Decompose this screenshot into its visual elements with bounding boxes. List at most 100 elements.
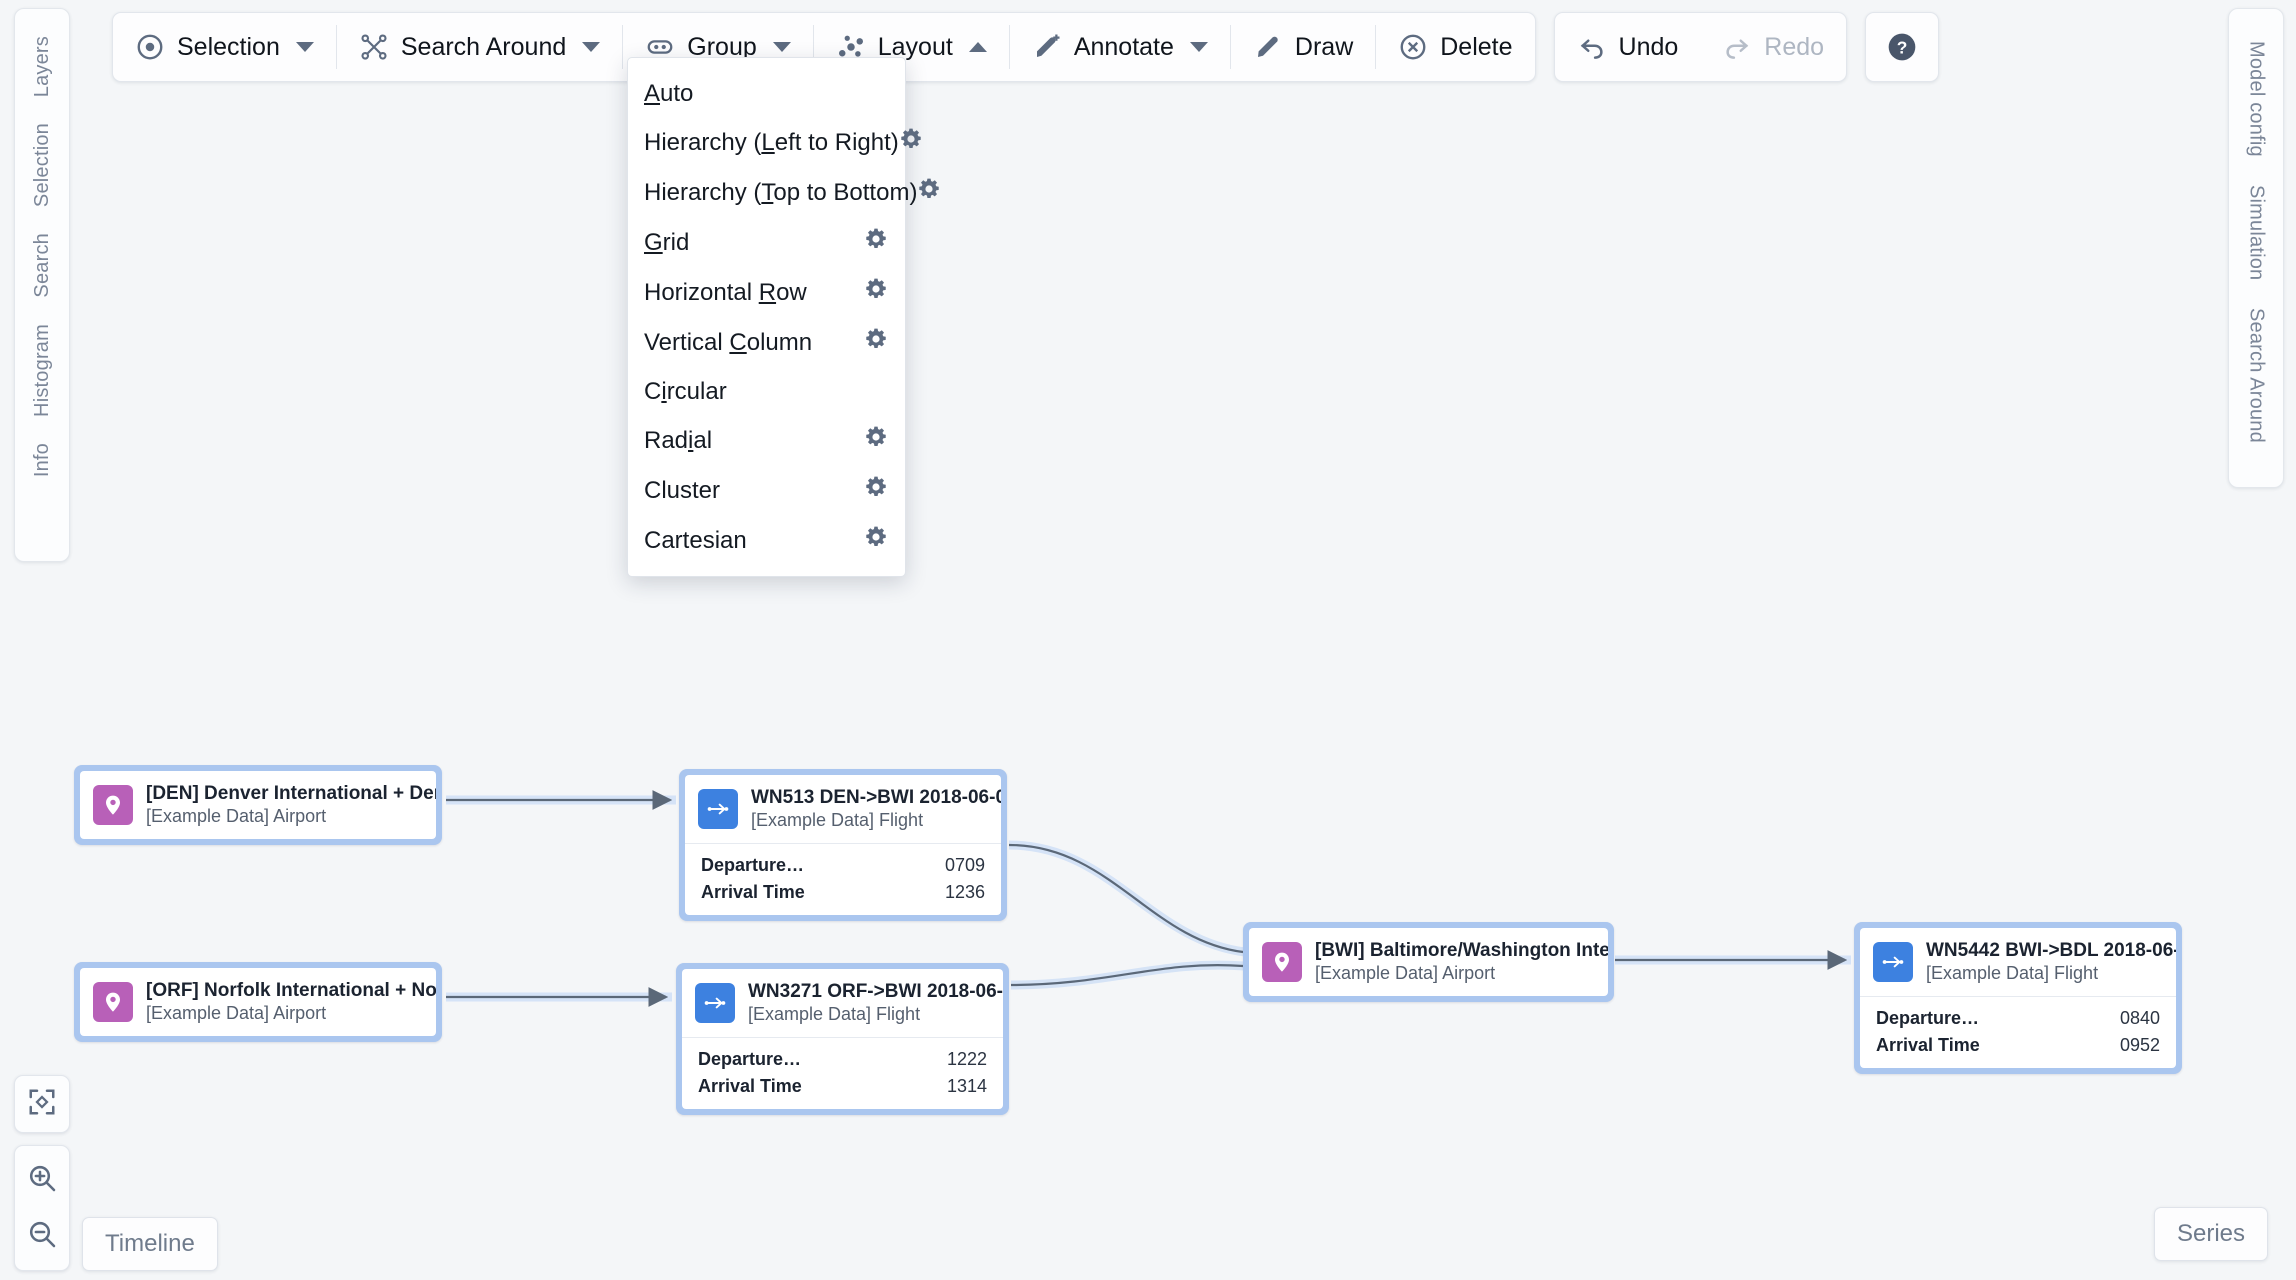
- layout-menu-item-cluster[interactable]: Cluster: [628, 466, 905, 516]
- gear-icon[interactable]: [864, 327, 888, 359]
- chevron-up-icon[interactable]: [968, 42, 987, 52]
- zoom-in-button[interactable]: [16, 1152, 68, 1208]
- layout-menu-item-auto[interactable]: Auto: [628, 70, 905, 118]
- layout-menu-item-label: Auto: [644, 80, 694, 107]
- layout-menu-item-radial[interactable]: Radial: [628, 416, 905, 466]
- help-circle-icon: ?: [1886, 31, 1918, 63]
- node-property-value: 0952: [2119, 1035, 2160, 1055]
- layout-menu-item-horizontal-row[interactable]: Horizontal Row: [628, 268, 905, 318]
- node-header: [ORF] Norfolk International + Norf…[Exam…: [80, 968, 436, 1036]
- gear-icon[interactable]: [864, 475, 888, 507]
- node-property-key: Departure…: [698, 1049, 802, 1069]
- node-subtitle: [Example Data] Airport: [146, 806, 327, 826]
- draw-button[interactable]: Draw: [1231, 13, 1375, 81]
- layout-menu-item-label: Cartesian: [644, 527, 747, 554]
- zoom-out-button[interactable]: [16, 1208, 68, 1264]
- node-property-key: Departure…: [1876, 1008, 1980, 1028]
- redo-button[interactable]: Redo: [1700, 13, 1846, 81]
- layout-menu-item-label: Grid: [644, 229, 690, 256]
- layout-menu-item-grid[interactable]: Grid: [628, 218, 905, 268]
- selection-label: Selection: [177, 32, 280, 61]
- node-title: WN3271 ORF->BWI 2018-06-06: [748, 981, 1003, 1002]
- node-title: [DEN] Denver International + Den…: [146, 783, 436, 804]
- layout-menu-item-vertical-column[interactable]: Vertical Column: [628, 318, 905, 368]
- menu-gear-spacer: [864, 380, 888, 404]
- node-title: WN5442 BWI->BDL 2018-06-06: [1926, 940, 2176, 961]
- node-subtitle: [Example Data] Airport: [1315, 963, 1496, 983]
- draw-label: Draw: [1294, 32, 1354, 61]
- layout-menu-item-label: Hierarchy (Left to Right): [644, 129, 899, 156]
- gear-icon[interactable]: [864, 277, 888, 309]
- graph-node-wn513[interactable]: WN513 DEN->BWI 2018-06-06 [Example Data] …: [679, 769, 1007, 921]
- right-sidebar-item-model-config[interactable]: Model config: [2245, 27, 2268, 171]
- node-property-row: Departure… 0709: [685, 852, 1001, 879]
- right-sidebar-item-search-around[interactable]: Search Around: [2245, 294, 2268, 457]
- delete-label: Delete: [1440, 32, 1513, 61]
- layout-menu-item-circular[interactable]: Circular: [628, 368, 905, 416]
- annotate-button[interactable]: Annotate: [1010, 13, 1230, 81]
- sidebar-item-search[interactable]: Search: [31, 220, 54, 311]
- node-body: [ORF] Norfolk International + Norf…[Exam…: [80, 968, 436, 1036]
- node-text: WN5442 BWI->BDL 2018-06-06 [Example Data]…: [1926, 940, 2176, 984]
- annotate-label: Annotate: [1073, 32, 1174, 61]
- gear-icon[interactable]: [917, 177, 941, 209]
- fit-to-screen-button[interactable]: [16, 1076, 68, 1132]
- selection-button[interactable]: Selection: [113, 13, 336, 81]
- layout-menu-item-label: Horizontal Row: [644, 279, 807, 306]
- fit-to-screen-group: [14, 1075, 70, 1133]
- search-around-button[interactable]: Search Around: [337, 13, 622, 81]
- gear-icon[interactable]: [864, 425, 888, 457]
- flight-path-icon: [1873, 942, 1913, 982]
- node-property-key: Arrival Time: [701, 882, 805, 902]
- graph-node-wn5442[interactable]: WN5442 BWI->BDL 2018-06-06 [Example Data]…: [1854, 922, 2182, 1074]
- node-property-value: 1314: [946, 1076, 987, 1096]
- node-property-value: 0840: [2119, 1008, 2160, 1028]
- layout-menu-item-label: Radial: [644, 427, 713, 454]
- flight-path-icon: [695, 983, 735, 1023]
- graph-canvas[interactable]: [DEN] Denver International + Den… [Exampl…: [0, 0, 2296, 1280]
- node-subtitle: [Example Data] Flight: [751, 810, 924, 830]
- chevron-down-icon[interactable]: [1189, 42, 1208, 52]
- graph-node-den[interactable]: [DEN] Denver International + Den… [Exampl…: [74, 765, 442, 845]
- redo-arrow-icon: [1722, 32, 1752, 62]
- chevron-down-icon[interactable]: [582, 42, 601, 52]
- circle-x-icon: [1398, 32, 1428, 62]
- delete-button[interactable]: Delete: [1376, 13, 1534, 81]
- gear-icon[interactable]: [899, 127, 923, 159]
- node-text: WN513 DEN->BWI 2018-06-06 [Example Data] …: [751, 787, 1001, 831]
- help-button[interactable]: ?: [1866, 13, 1938, 81]
- node-title: [BWI] Baltimore/Washington Inter…: [1315, 940, 1608, 961]
- timeline-button[interactable]: Timeline: [82, 1217, 218, 1271]
- sidebar-item-layers[interactable]: Layers: [31, 23, 54, 110]
- node-property-row: Arrival Time 1236: [685, 879, 1001, 906]
- node-body: WN5442 BWI->BDL 2018-06-06 [Example Data]…: [1860, 928, 2176, 1068]
- sidebar-item-info[interactable]: Info: [31, 430, 54, 490]
- graph-explorer-app: [DEN] Denver International + Den… [Exampl…: [0, 0, 2296, 1280]
- layout-menu-item-hierarchy-top-to-bottom[interactable]: Hierarchy (Top to Bottom): [628, 168, 940, 218]
- node-property-value: 1236: [944, 882, 985, 902]
- right-sidebar-item-simulation[interactable]: Simulation: [2245, 171, 2268, 294]
- layout-menu-item-label: Circular: [644, 378, 727, 405]
- sidebar-item-selection[interactable]: Selection: [31, 110, 54, 220]
- layout-menu-item-label: Cluster: [644, 477, 721, 504]
- pen-plus-icon: [1032, 32, 1062, 62]
- graph-node-bwi[interactable]: [BWI] Baltimore/Washington Inter… [Exampl…: [1243, 922, 1614, 1002]
- node-properties: Departure… 1222 Arrival Time 1314: [682, 1037, 1003, 1109]
- target-icon: [135, 32, 165, 62]
- series-button[interactable]: Series: [2153, 1207, 2268, 1261]
- layout-menu-item-cartesian[interactable]: Cartesian: [628, 516, 905, 566]
- map-pin-icon: [1262, 942, 1302, 982]
- gear-icon[interactable]: [864, 525, 888, 557]
- chevron-down-icon[interactable]: [772, 42, 791, 52]
- graph-node-wn3271[interactable]: WN3271 ORF->BWI 2018-06-06 [Example Data]…: [676, 963, 1009, 1115]
- graph-node-orf[interactable]: [ORF] Norfolk International + Norf…[Exam…: [74, 962, 442, 1042]
- chevron-down-icon[interactable]: [295, 42, 314, 52]
- layout-menu-item-hierarchy-left-to-right[interactable]: Hierarchy (Left to Right): [628, 118, 921, 168]
- layout-menu-item-label: Vertical Column: [644, 329, 813, 356]
- sidebar-item-histogram[interactable]: Histogram: [31, 311, 54, 430]
- undo-button[interactable]: Undo: [1555, 13, 1701, 81]
- redo-label: Redo: [1764, 32, 1825, 61]
- map-pin-icon: [93, 982, 133, 1022]
- gear-icon[interactable]: [864, 227, 888, 259]
- node-property-row: Departure… 0840: [1860, 1005, 2176, 1032]
